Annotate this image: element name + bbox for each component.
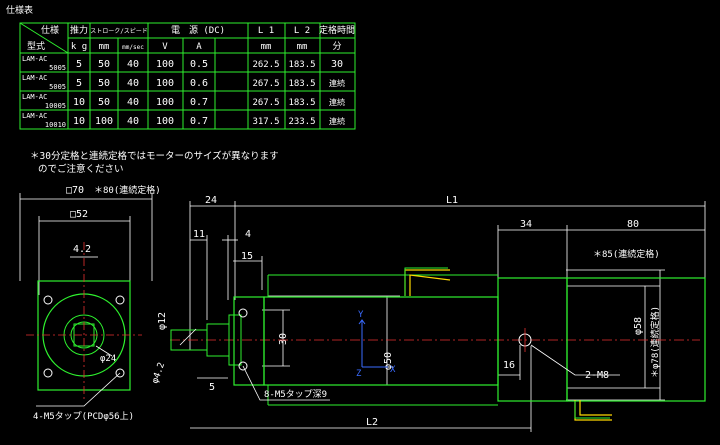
cell-stroke: 50 [98,59,110,70]
front-inner-size: □52 [70,209,88,220]
table-caption: 仕様表 [6,4,33,16]
hdr-mm: mm [99,42,110,52]
hdr-l1-unit: mm [261,42,272,52]
cell-l2: 183.5 [288,79,315,89]
cell-time: 30 [331,59,343,70]
side-dim-42: φ4.2 [150,361,167,385]
front-motor-size: ＊80(連続定格) [94,184,161,196]
front-shaft-dia: φ24 [100,354,116,364]
hdr-mm-sec: mm/sec [122,44,144,51]
side-dim-24: 24 [205,195,217,206]
cell-v: 100 [156,78,174,89]
spec-table: 仕様表 仕様 推力 ストローク/スピード 電 源 (DC) L 1 L 2 定格… [6,4,356,130]
front-offset: 4.2 [73,244,91,255]
axis-y: Y [358,310,364,320]
cell-thrust: 5 [76,59,82,70]
side-dim-4: 4 [245,229,251,240]
side-view: L1 24 34 80 ＊85(連続定格) 11 4 15 L2 5 16 φ1… [150,195,706,432]
cell-l1: 262.5 [252,60,279,70]
axis-z: Z [356,369,362,379]
cell-a: 0.7 [190,97,208,108]
cell-l2: 183.5 [288,60,315,70]
front-outer-size: □70 [66,185,84,196]
cell-v: 100 [156,116,174,127]
hdr-thrust: 推力 [70,24,88,36]
axis-x: X [390,365,396,375]
cell-model1: LAM-AC [22,112,47,120]
side-dim-16: 16 [503,360,515,371]
hdr-l1: L 1 [258,26,274,36]
cell-l1: 267.5 [252,98,279,108]
cell-model2: 10005 [45,102,66,110]
side-l2: L2 [366,417,378,428]
hdr-l2: L 2 [294,26,310,36]
cell-speed: 40 [127,116,139,127]
cell-thrust: 10 [73,116,85,127]
side-l1: L1 [446,195,458,206]
front-tap-label: 4-M5タップ(PCDφ56上) [33,411,134,422]
technical-drawing: 仕様表 仕様 推力 ストローク/スピード 電 源 (DC) L 1 L 2 定格… [6,4,706,432]
cell-time: 連続 [329,97,345,107]
cell-model1: LAM-AC [22,55,47,63]
cell-v: 100 [156,59,174,70]
cell-speed: 40 [127,97,139,108]
cell-stroke: 50 [98,78,110,89]
hdr-stroke-speed: ストローク/スピード [90,28,148,35]
hdr-rated-time: 定格時間 [319,24,355,36]
hdr-power: 電 源 (DC) [171,25,225,36]
hdr-a: A [196,42,202,52]
cell-thrust: 5 [76,78,82,89]
note-line-2: のでご注意ください [38,163,124,175]
cell-l1: 267.5 [252,79,279,89]
cell-model1: LAM-AC [22,74,47,82]
note-line-1: ＊30分定格と連続定格ではモーターのサイズが異なります [30,150,279,162]
cell-l1: 317.5 [252,117,279,127]
cell-a: 0.6 [190,78,208,89]
side-tap-m8: 2-M8 [585,370,609,381]
front-view: □70 ＊80(連続定格) □52 4.2 φ24 4-M5タップ(PCDφ56… [19,184,161,422]
side-dim-34: 34 [520,219,532,230]
hdr-kg: k g [71,42,87,52]
side-motor85: ＊85(連続定格) [593,248,660,260]
cell-v: 100 [156,97,174,108]
cell-a: 0.5 [190,59,208,70]
side-dim-11: 11 [193,229,205,240]
cell-time: 連続 [329,78,345,88]
hdr-minutes: 分 [332,41,341,52]
cell-model1: LAM-AC [22,93,47,101]
cell-a: 0.7 [190,116,208,127]
hdr-model: 型式 [27,40,45,52]
cell-speed: 40 [127,78,139,89]
side-tap-label: 8-M5タップ深9 [264,389,327,400]
cell-model2: 10010 [45,121,66,129]
side-dim-12: φ12 [157,312,168,330]
hdr-v: V [162,42,168,52]
cell-model2: 5005 [49,83,66,91]
cell-model2: 5005 [49,64,66,72]
cell-stroke: 100 [95,116,113,127]
side-dim-58: φ58 [633,317,644,335]
cell-l2: 233.5 [288,117,315,127]
side-dim-15: 15 [241,251,253,262]
side-dim-5: 5 [209,382,215,393]
cell-thrust: 10 [73,97,85,108]
side-dim-80: 80 [627,219,639,230]
cell-l2: 183.5 [288,98,315,108]
side-dim-30: 30 [278,333,289,345]
cell-speed: 40 [127,59,139,70]
hdr-l2-unit: mm [297,42,308,52]
cell-stroke: 50 [98,97,110,108]
side-dim-78: ＊φ78(連続定格) [649,306,661,378]
hdr-spec: 仕様 [41,24,59,36]
cell-time: 連続 [329,116,345,126]
